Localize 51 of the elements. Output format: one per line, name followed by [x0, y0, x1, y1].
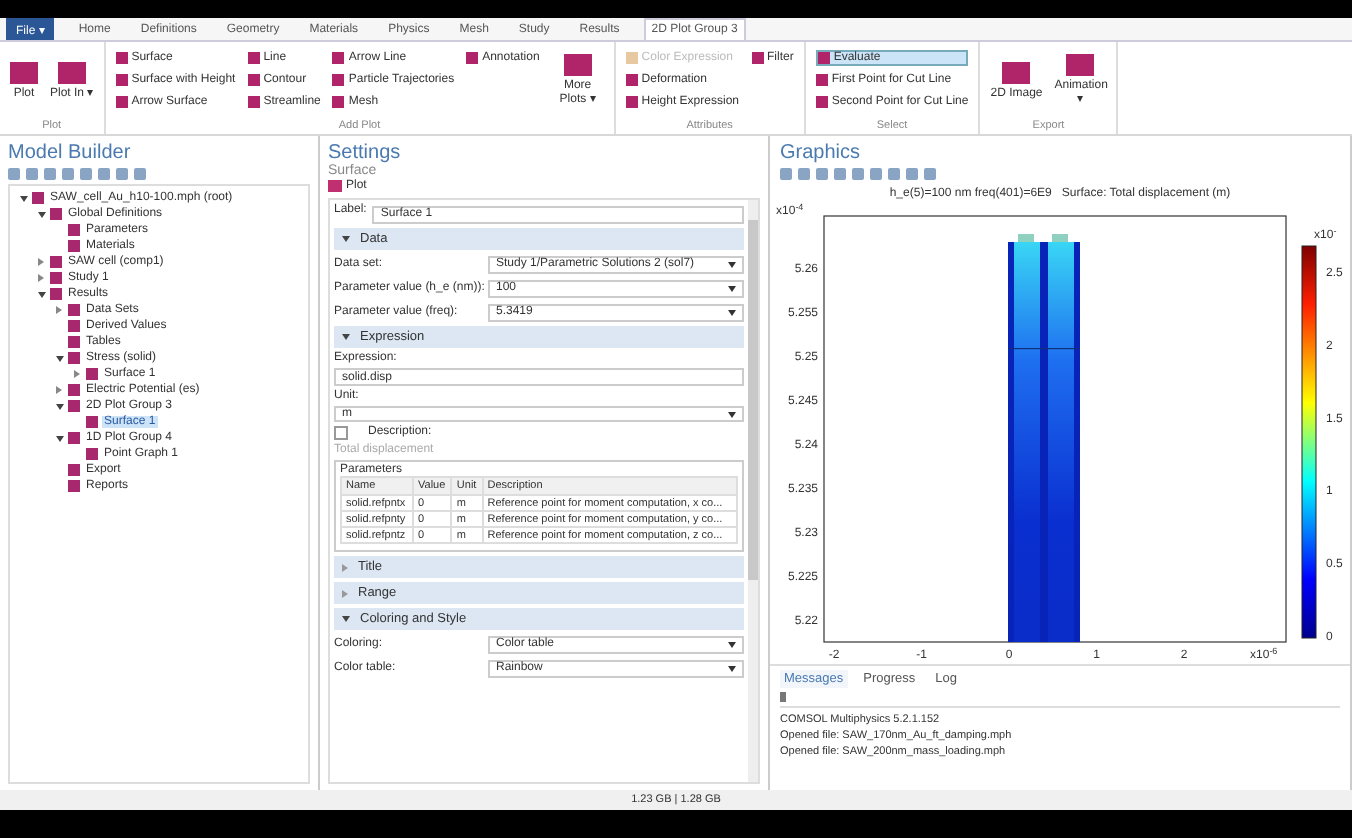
expand-icon[interactable] [56, 386, 62, 394]
node-icon [68, 480, 80, 492]
swatch-icon [817, 51, 830, 63]
expand-icon[interactable] [56, 306, 62, 314]
swatch-icon [247, 73, 260, 85]
pane-title: Settings [328, 142, 401, 164]
swatch-icon [1066, 54, 1095, 77]
swatch-icon [10, 61, 38, 84]
node-icon [32, 192, 44, 204]
node-icon [50, 208, 62, 220]
node-icon [50, 272, 62, 284]
swatch-icon [466, 51, 479, 63]
swatch-icon [115, 51, 128, 63]
swatch-icon [1002, 61, 1031, 84]
swatch-icon [563, 54, 592, 77]
node-icon [68, 384, 80, 396]
node-icon [68, 352, 80, 364]
swatch-icon [247, 95, 260, 107]
node-icon [86, 416, 98, 428]
node-icon [50, 256, 62, 268]
node-icon [68, 400, 80, 412]
swatch-icon [625, 73, 638, 85]
expand-icon[interactable] [74, 370, 80, 378]
node-icon [68, 336, 80, 348]
swatch-icon [247, 51, 260, 63]
node-icon [68, 464, 80, 476]
swatch-icon [332, 95, 345, 107]
node-icon [86, 448, 98, 460]
expand-icon[interactable] [38, 274, 44, 282]
swatch-icon [115, 73, 128, 85]
swatch-icon [625, 95, 638, 107]
node-icon [50, 288, 62, 300]
pane-title: Graphics [780, 142, 861, 164]
swatch-icon [625, 51, 638, 63]
expand-icon[interactable] [38, 258, 44, 266]
swatch-icon [115, 95, 128, 107]
swatch-icon [332, 51, 345, 63]
node-icon [68, 432, 80, 444]
node-icon [86, 368, 98, 380]
node-icon [68, 240, 80, 252]
swatch-icon [332, 73, 345, 85]
node-icon [68, 304, 80, 316]
node-icon [68, 320, 80, 332]
swatch-icon [751, 51, 763, 63]
pane-title: Model Builder [8, 142, 131, 164]
swatch-icon [815, 95, 828, 107]
scrollbar[interactable] [748, 200, 758, 782]
checkbox[interactable] [334, 426, 348, 440]
node-icon [68, 224, 80, 236]
swatch-icon [57, 61, 86, 84]
swatch-icon [815, 73, 828, 85]
